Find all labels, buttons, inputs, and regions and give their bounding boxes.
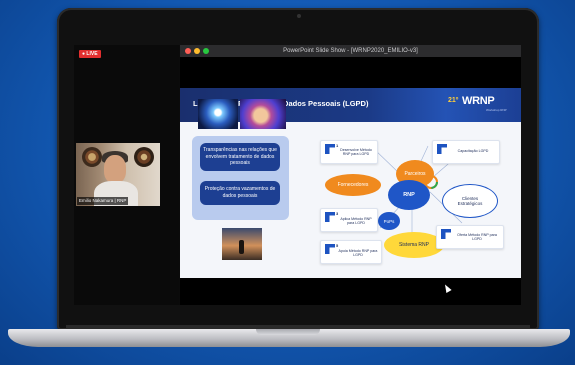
- wall-decoration: [134, 147, 154, 167]
- laptop-screen: ● LIVE Emilio Nakamura | RNP PowerPoint …: [74, 45, 521, 305]
- live-badge: ● LIVE: [79, 50, 101, 58]
- laptop-notch: [256, 329, 320, 335]
- minimize-button[interactable]: [194, 48, 200, 54]
- node-parceiros-label: Parceiros: [404, 171, 426, 177]
- card-applies: 3 Aplica Método RNP para LGPD: [320, 208, 378, 232]
- window-titlebar: PowerPoint Slide Show - [WRNP2020_EMILIO…: [180, 45, 521, 57]
- node-fornecedores: Fornecedores: [325, 174, 381, 196]
- node-rnp: RNP: [388, 180, 430, 210]
- stream-sidebar: ● LIVE Emilio Nakamura | RNP: [74, 45, 179, 305]
- card-training-text: Capacitação LGPD: [457, 149, 489, 153]
- card-supports: 5 Apoia Método RNP para LGPD: [320, 240, 382, 264]
- node-sistema: Sistema RNP: [384, 232, 444, 258]
- node-fornecedores-label: Fornecedores: [337, 182, 369, 188]
- card-offers: Oferta Método RNP para LGPD: [436, 225, 504, 249]
- rnp-logo-icon: [441, 229, 451, 239]
- participant-name: Emilio Nakamura | RNP: [77, 197, 129, 205]
- rnp-logo-icon: [325, 144, 335, 154]
- card-number: 5: [336, 243, 339, 248]
- laptop-camera: [297, 14, 301, 18]
- rnp-logo-icon: [325, 244, 335, 254]
- card-develops: 1 Desenvolve Método RNP para LGPD: [320, 140, 378, 164]
- participant-face: [104, 155, 126, 183]
- card-supports-text: Apoia Método RNP para LGPD: [338, 249, 378, 258]
- node-clientes-label: Clientes Estratégicos: [457, 195, 483, 207]
- node-rnp-label: RNP: [403, 192, 415, 198]
- card-develops-text: Desenvolve Método RNP para LGPD: [340, 148, 372, 157]
- node-pops: PoPs: [378, 212, 400, 230]
- node-sistema-label: Sistema RNP: [398, 242, 429, 248]
- window-title: PowerPoint Slide Show - [WRNP2020_EMILIO…: [283, 48, 418, 54]
- zoom-button[interactable]: [203, 48, 209, 54]
- node-pops-label: PoPs: [383, 218, 395, 224]
- card-number: 3: [336, 211, 339, 216]
- card-offers-text: Oferta Método RNP para LGPD: [457, 233, 497, 242]
- slideshow-window: PowerPoint Slide Show - [WRNP2020_EMILIO…: [180, 45, 521, 305]
- wall-decoration: [82, 147, 102, 167]
- rnp-logo-icon: [325, 212, 335, 222]
- rnp-logo-icon: [437, 144, 447, 154]
- close-button[interactable]: [185, 48, 191, 54]
- node-clientes: Clientes Estratégicos: [442, 184, 498, 218]
- slide-canvas: Lei Geral de Proteção de Dados Pessoais …: [180, 88, 521, 278]
- card-training: Capacitação LGPD: [432, 140, 500, 164]
- card-applies-text: Aplica Método RNP para LGPD: [340, 217, 372, 226]
